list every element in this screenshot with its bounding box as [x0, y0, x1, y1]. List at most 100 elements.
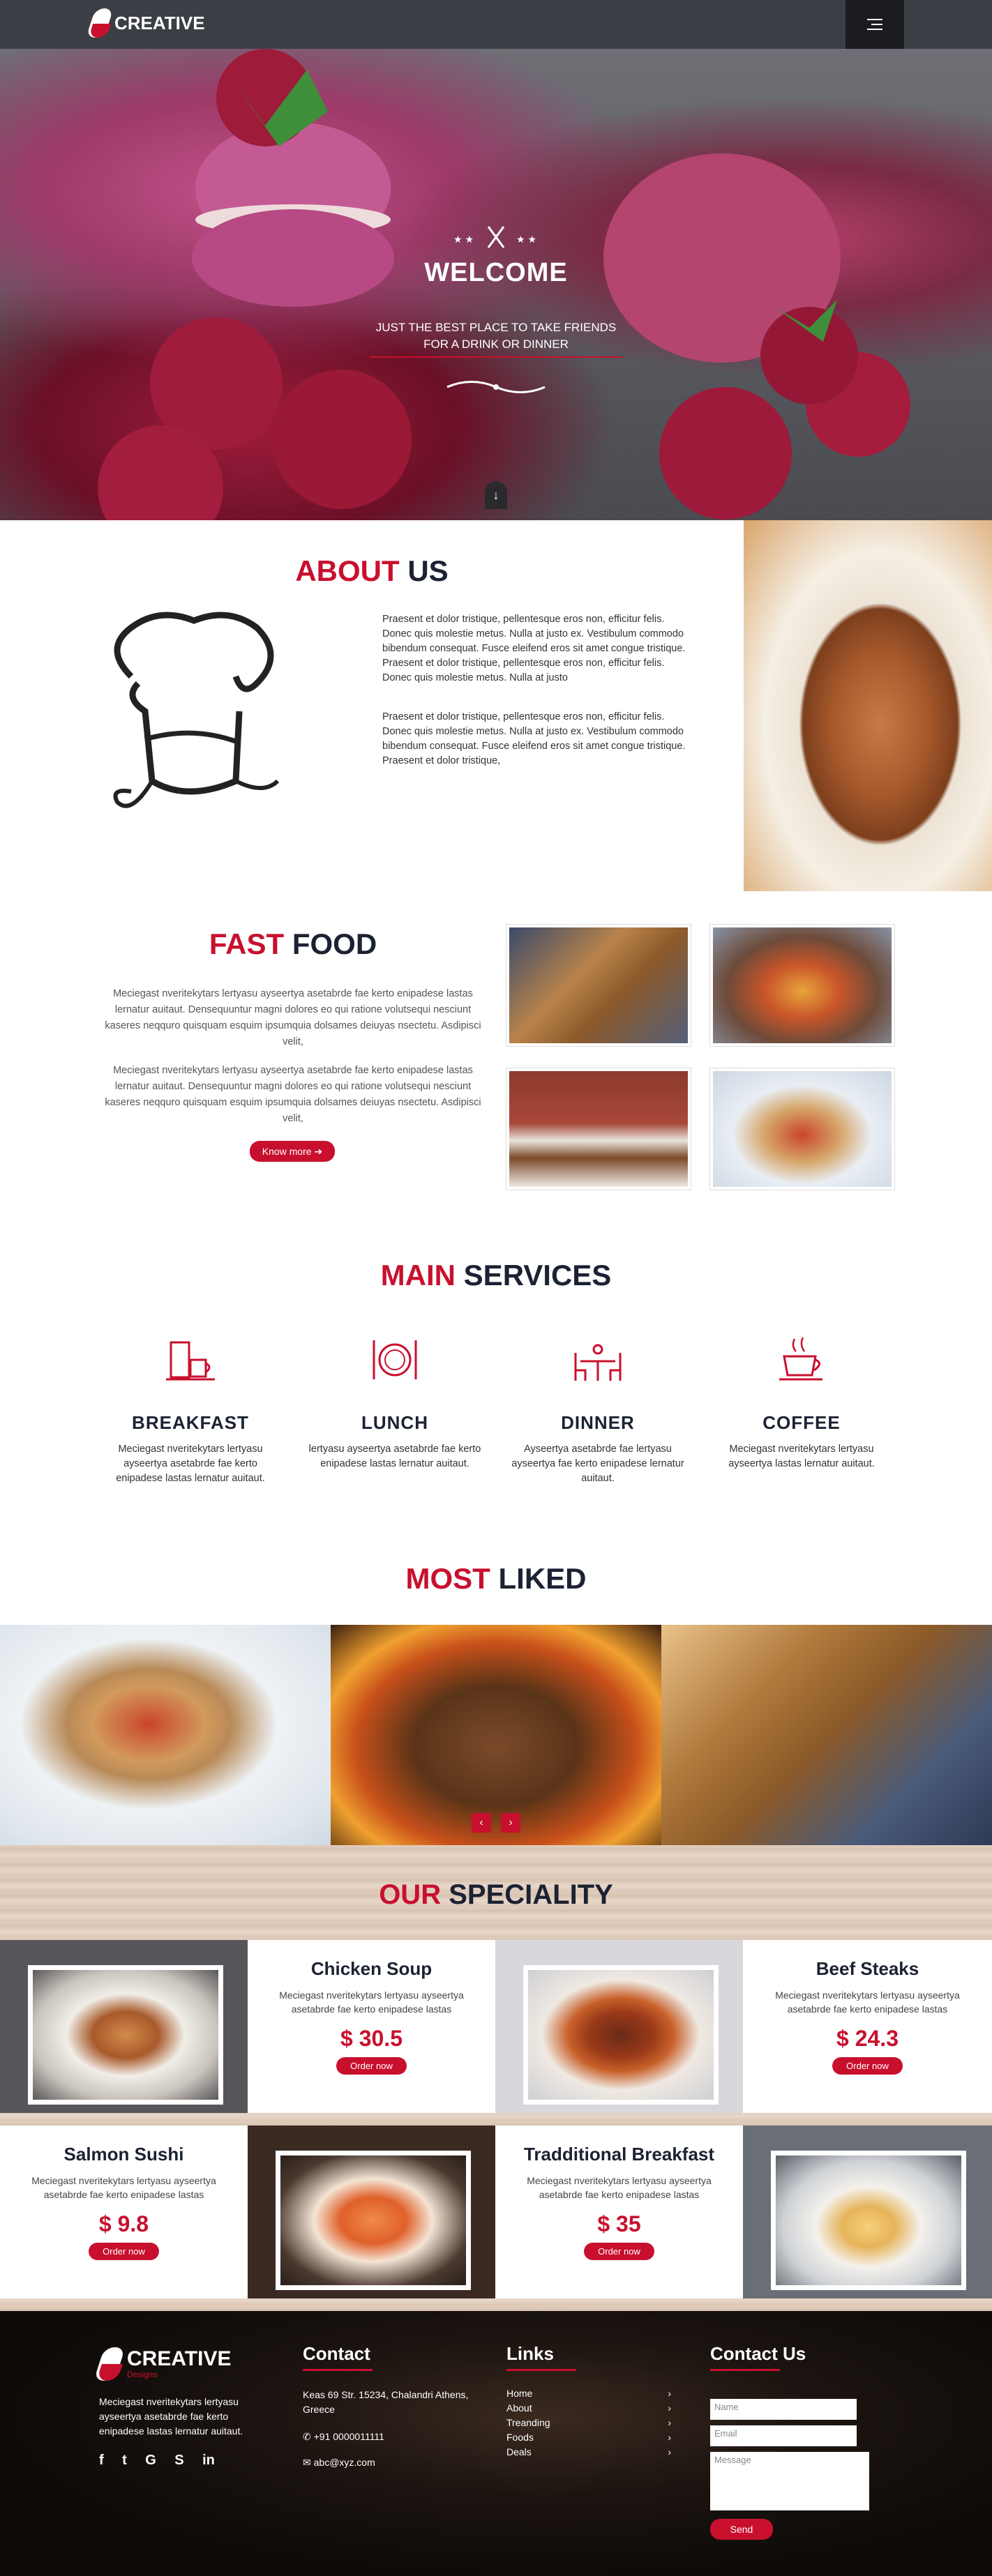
speciality-frame	[28, 1965, 223, 2105]
site-header: CREATIVE	[0, 0, 992, 49]
footer-link[interactable]: Foods ›	[506, 2430, 671, 2445]
service-name: DINNER	[561, 1412, 635, 1433]
fastfood-title: FAST FOOD	[98, 927, 488, 961]
speciality-frame	[771, 2151, 966, 2290]
footer-link-label: Home	[506, 2388, 533, 2399]
facebook-icon[interactable]: f	[99, 2453, 104, 2469]
skype-icon[interactable]: S	[174, 2453, 183, 2469]
dinner-table-icon	[574, 1344, 622, 1381]
speciality-frame	[276, 2151, 471, 2290]
speciality-image-soup[interactable]	[0, 1940, 248, 2113]
footer-logo[interactable]: CREATIVE Designs	[93, 2347, 266, 2381]
speciality-price: $ 30.5	[340, 2026, 403, 2051]
linkedin-icon[interactable]: in	[202, 2453, 215, 2469]
speciality-title: OUR SPECIALITY	[0, 1879, 992, 1911]
most-liked-image-sandwich[interactable]	[0, 1625, 331, 1845]
service-desc: Ayseertya asetabrde fae lertyasu ayseert…	[511, 1444, 684, 1484]
svg-text:★ ★: ★ ★	[453, 234, 474, 245]
service-desc: lertyasu ayseertya asetabrde fae kerto e…	[308, 1444, 481, 1469]
fastfood-image-tagine[interactable]	[710, 925, 894, 1046]
speciality-price: $ 24.3	[836, 2026, 899, 2051]
order-now-button[interactable]: Order now	[832, 2057, 903, 2075]
speciality-name: Chicken Soup	[310, 1958, 433, 1979]
footer-link[interactable]: Deals ›	[506, 2445, 671, 2460]
know-more-button[interactable]: Know more ➔	[250, 1141, 335, 1162]
hamburger-menu-button[interactable]	[846, 0, 904, 49]
footer-logo-text: CREATIVE	[127, 2347, 232, 2370]
hero-subtitle-line2: FOR A DRINK OR DINNER	[423, 338, 569, 351]
scroll-down-button[interactable]: ↓	[485, 481, 507, 509]
email-input[interactable]: Email	[710, 2425, 857, 2446]
google-icon[interactable]: G	[145, 2453, 156, 2469]
hero-divider	[370, 356, 622, 358]
about-food-image	[744, 520, 992, 891]
about-title-red: ABOUT	[295, 554, 400, 587]
footer-form-title: Contact Us	[710, 2343, 806, 2364]
footer-email-text[interactable]: abc@xyz.com	[314, 2457, 375, 2468]
social-links: f t G S in	[99, 2453, 266, 2469]
mail-icon: ✉	[303, 2457, 314, 2468]
most-liked-image-bread[interactable]	[661, 1625, 992, 1845]
svg-text:★ ★: ★ ★	[516, 234, 536, 245]
coffee-cup-icon	[779, 1337, 822, 1381]
order-now-button[interactable]: Order now	[89, 2243, 159, 2260]
service-lunch: LUNCH lertyasu ayseertya asetabrde fae k…	[308, 1332, 482, 1471]
footer-contact-title: Contact	[303, 2343, 370, 2364]
footer-address: Keas 69 Str. 15234, Chalandri Athens, Gr…	[303, 2389, 469, 2415]
footer-underline	[303, 2369, 373, 2371]
chevron-right-icon: ›	[668, 2388, 671, 2399]
speciality-image-steak[interactable]	[495, 1940, 743, 2113]
services-title: MAIN SERVICES	[0, 1259, 992, 1292]
speciality-price: $ 35	[597, 2211, 641, 2236]
service-desc: Meciegast nveritekytars lertyasu ayseert…	[728, 1444, 875, 1469]
speciality-frame	[523, 1965, 719, 2105]
order-now-button[interactable]: Order now	[336, 2057, 407, 2075]
footer-link-label: Foods	[506, 2432, 534, 2443]
footer-about-text: Meciegast nveritekytars lertyasu ayseert…	[99, 2396, 243, 2437]
services-title-red: MAIN	[380, 1259, 456, 1291]
footer-link-label: About	[506, 2402, 532, 2414]
phone-icon: ✆	[303, 2431, 314, 2442]
speciality-desc: Meciegast nveritekytars lertyasu ayseert…	[279, 1990, 464, 2015]
logo[interactable]: CREATIVE	[86, 8, 205, 38]
carousel-prev-button[interactable]: ‹	[472, 1813, 491, 1833]
message-textarea[interactable]: Message	[710, 2452, 869, 2510]
footer-underline	[710, 2369, 780, 2371]
about-title-dark: US	[407, 554, 449, 587]
twitter-icon[interactable]: t	[122, 2453, 127, 2469]
name-input[interactable]: Name	[710, 2399, 857, 2420]
footer-link[interactable]: About ›	[506, 2401, 671, 2416]
footer-link[interactable]: Home ›	[506, 2386, 671, 2401]
most-liked-image-grill[interactable]	[331, 1625, 661, 1845]
speciality-desc: Meciegast nveritekytars lertyasu ayseert…	[775, 1990, 960, 2015]
chevron-right-icon: ›	[668, 2417, 671, 2428]
logo-text: CREATIVE	[114, 13, 205, 33]
footer-email: ✉ abc@xyz.com	[303, 2455, 470, 2470]
fastfood-image-cake[interactable]	[506, 1068, 691, 1190]
chevron-right-icon: ›	[668, 2446, 671, 2457]
breakfast-icon	[166, 1341, 215, 1381]
fastfood-image-bread[interactable]	[506, 925, 691, 1046]
speciality-card-traditional-breakfast: Tradditional Breakfast Meciegast nverite…	[495, 2126, 743, 2298]
speciality-image-sushi[interactable]	[248, 2126, 495, 2298]
flourish-icon	[446, 381, 546, 393]
speciality-image-breakfast[interactable]	[743, 2126, 992, 2298]
about-title: ABOUT US	[0, 554, 744, 588]
about-paragraph-2: Praesent et dolor tristique, pellentesqu…	[382, 711, 686, 766]
order-now-button[interactable]: Order now	[584, 2243, 654, 2260]
carousel-next-button[interactable]: ›	[501, 1813, 520, 1833]
hero-subtitle-line1: JUST THE BEST PLACE TO TAKE FRIENDS	[375, 321, 617, 334]
chef-hat-icon	[113, 612, 280, 808]
footer-link[interactable]: Treanding ›	[506, 2416, 671, 2430]
fastfood-image-sandwich[interactable]	[710, 1068, 894, 1190]
footer-link-label: Treanding	[506, 2417, 550, 2428]
speciality-card-salmon-sushi: Salmon Sushi Meciegast nveritekytars ler…	[0, 2126, 248, 2298]
send-button[interactable]: Send	[710, 2519, 773, 2540]
speciality-card-chicken-soup: Chicken Soup Meciegast nveritekytars ler…	[248, 1940, 495, 2113]
footer-underline	[506, 2369, 576, 2371]
fastfood-title-dark: FOOD	[292, 927, 377, 960]
hero-subtitle: JUST THE BEST PLACE TO TAKE FRIENDS FOR …	[0, 319, 992, 353]
footer-contact: Contact Keas 69 Str. 15234, Chalandri At…	[303, 2343, 470, 2470]
service-breakfast: BREAKFAST Meciegast nveritekytars lertya…	[103, 1332, 278, 1486]
speciality-desc: Meciegast nveritekytars lertyasu ayseert…	[527, 2175, 712, 2200]
